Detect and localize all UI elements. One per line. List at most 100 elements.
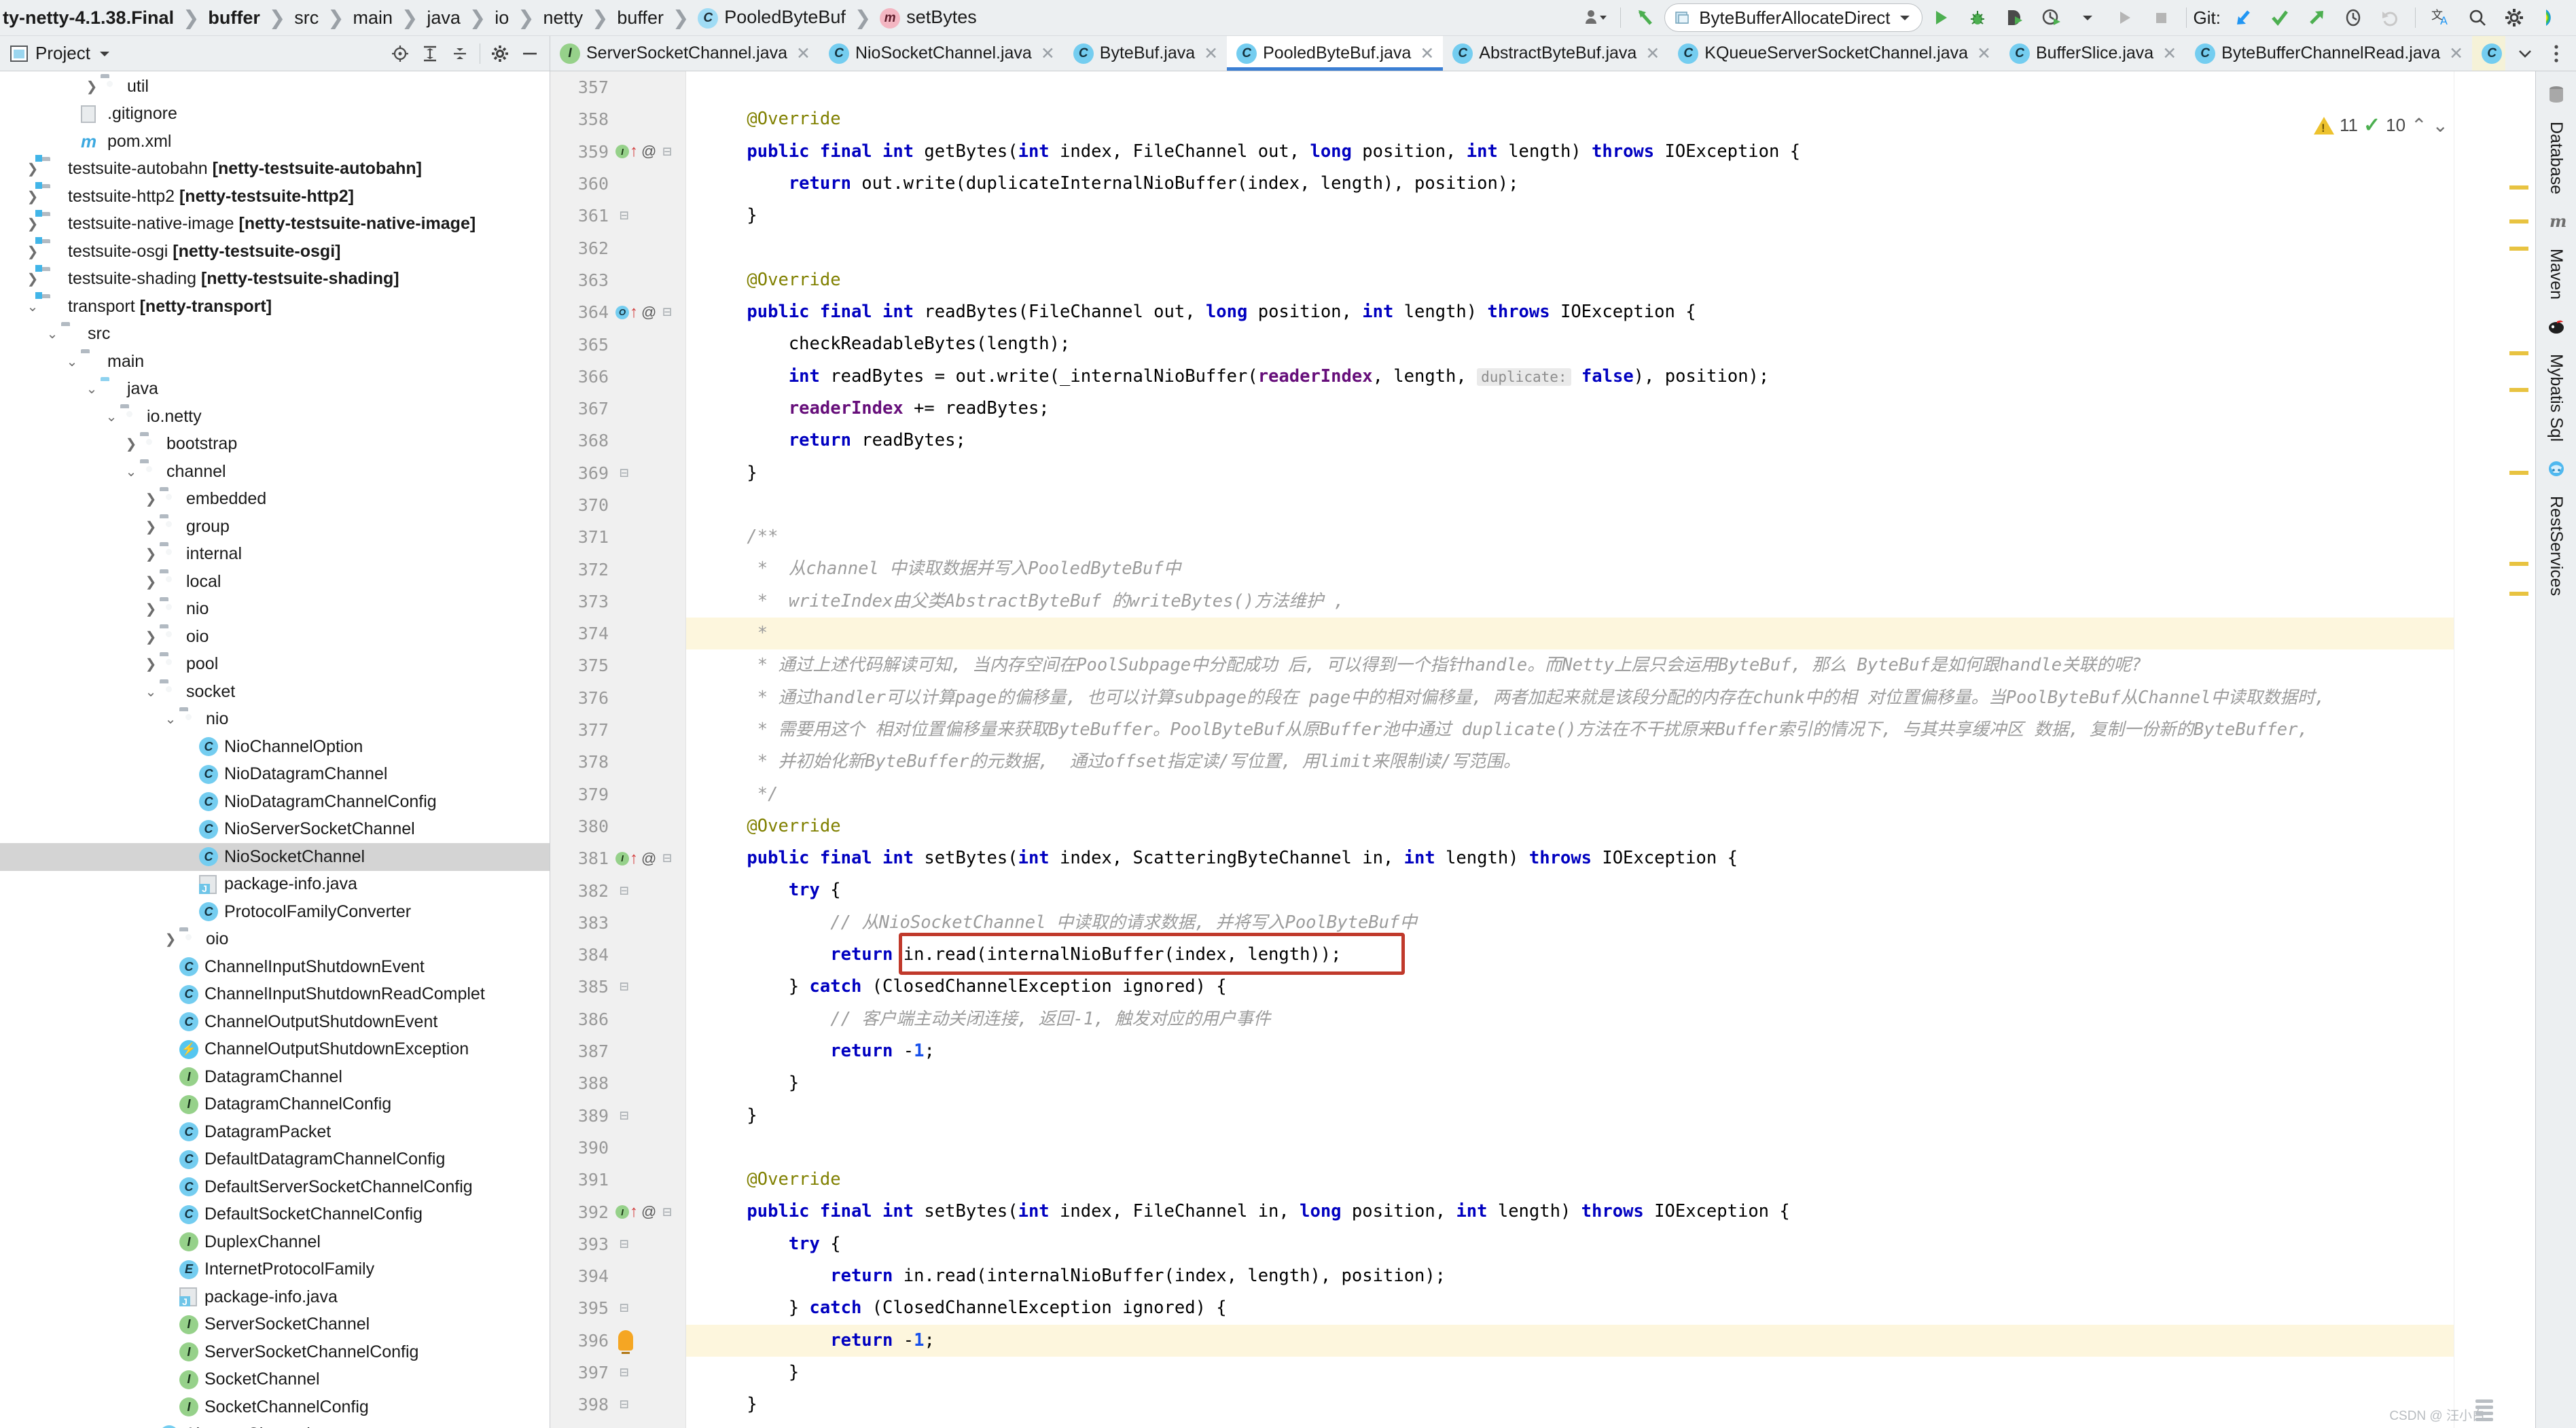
- gutter-line[interactable]: 367: [550, 393, 685, 425]
- analysis-marker[interactable]: [2509, 247, 2528, 251]
- tool-window-label[interactable]: Maven: [2546, 249, 2566, 300]
- gutter-line[interactable]: 388: [550, 1067, 685, 1099]
- gutter-line[interactable]: 371: [550, 521, 685, 553]
- gutter-line[interactable]: 389 ⊟: [550, 1100, 685, 1132]
- breadcrumb-item[interactable]: src: [293, 7, 320, 29]
- editor-tab[interactable]: C KQueueServerSocketChannel.java ✕: [1668, 36, 2000, 71]
- tree-item[interactable]: ❯ testsuite-shading [netty-testsuite-shad…: [0, 266, 550, 293]
- tree-expand-arrow[interactable]: ⌄: [83, 380, 101, 397]
- analysis-marker[interactable]: [2509, 219, 2528, 224]
- tree-item[interactable]: ❯ testsuite-osgi [netty-testsuite-osgi]: [0, 238, 550, 266]
- code-fold-icon[interactable]: ⊟: [620, 207, 628, 224]
- editor-tab[interactable]: C ByteBuf.java ✕: [1064, 36, 1227, 71]
- collapse-all-icon[interactable]: [446, 40, 474, 67]
- tree-item[interactable]: ⚡ ChannelOutputShutdownException: [0, 1036, 550, 1064]
- code-line[interactable]: }: [705, 457, 2454, 489]
- tree-expand-arrow[interactable]: ❯: [142, 628, 160, 645]
- locate-file-icon[interactable]: [386, 40, 414, 67]
- tree-item[interactable]: ❯ internal: [0, 541, 550, 569]
- tree-expand-arrow[interactable]: ⌄: [43, 325, 61, 342]
- gutter-line[interactable]: 394: [550, 1260, 685, 1292]
- editor-tab[interactable]: C NioSocketChannel.java ✕: [819, 36, 1064, 71]
- tool-window-label[interactable]: Database: [2546, 122, 2566, 194]
- annotation-marker-icon[interactable]: @: [641, 304, 656, 321]
- tree-item[interactable]: C DatagramPacket: [0, 1118, 550, 1146]
- tree-expand-arrow[interactable]: ❯: [83, 78, 101, 95]
- gutter-line[interactable]: 375: [550, 649, 685, 681]
- analysis-marker[interactable]: [2509, 388, 2528, 392]
- tree-expand-arrow[interactable]: ⌄: [103, 408, 120, 425]
- tree-expand-arrow[interactable]: ❯: [24, 270, 41, 287]
- gutter-line[interactable]: 385 ⊟: [550, 971, 685, 1003]
- project-tree[interactable]: ❯ util .gitignore m pom.xml ❯ testsuite-autoba…: [0, 71, 550, 1428]
- gutter-line[interactable]: 393 ⊟: [550, 1228, 685, 1260]
- gutter-line[interactable]: 376: [550, 682, 685, 714]
- git-rollback-icon[interactable]: [2372, 3, 2408, 33]
- code-line[interactable]: public final int readBytes(FileChannel o…: [705, 296, 2454, 328]
- breadcrumb-item[interactable]: main: [352, 7, 395, 29]
- gutter-line[interactable]: 358: [550, 103, 685, 135]
- annotation-marker-icon[interactable]: @: [641, 143, 656, 160]
- tree-item[interactable]: I DatagramChannelConfig: [0, 1091, 550, 1119]
- tree-item[interactable]: ⌄ channel: [0, 458, 550, 486]
- breadcrumb-item[interactable]: buffer: [615, 7, 665, 29]
- tree-item[interactable]: C DefaultServerSocketChannelConfig: [0, 1173, 550, 1201]
- override-marker-icon[interactable]: I: [615, 1205, 629, 1219]
- tree-expand-arrow[interactable]: ⌄: [162, 711, 179, 728]
- close-icon[interactable]: ✕: [1204, 43, 1218, 64]
- hide-panel-icon[interactable]: [516, 40, 544, 67]
- tree-item[interactable]: C NioDatagramChannelConfig: [0, 788, 550, 816]
- gear-icon[interactable]: [486, 40, 514, 67]
- code-line[interactable]: return in.read(internalNioBuffer(index, …: [705, 933, 2454, 976]
- code-line[interactable]: checkReadableBytes(length);: [705, 328, 2454, 360]
- ide-logo-icon[interactable]: [2533, 3, 2569, 33]
- editor-gutter[interactable]: 357 358 359 I ↑ @ ⊟ 360 361 ⊟ 362 363 364 O ↑ @ ⊟ 365 366 3…: [550, 71, 686, 1428]
- tree-expand-arrow[interactable]: ❯: [24, 215, 41, 232]
- tree-item[interactable]: I ServerSocketChannel: [0, 1311, 550, 1339]
- debug-icon[interactable]: [1959, 3, 1996, 33]
- code-line[interactable]: @Override: [705, 264, 2454, 296]
- tree-item[interactable]: C DefaultDatagramChannelConfig: [0, 1146, 550, 1174]
- gutter-line[interactable]: 396: [550, 1325, 685, 1357]
- run-with-coverage-icon[interactable]: [1996, 3, 2033, 33]
- tree-item[interactable]: ❯ testsuite-native-image [netty-testsuite…: [0, 211, 550, 238]
- annotation-marker-icon[interactable]: @: [641, 1203, 656, 1221]
- expand-all-icon[interactable]: [416, 40, 444, 67]
- tree-expand-arrow[interactable]: ⌄: [122, 463, 140, 480]
- user-profile-icon[interactable]: [1577, 3, 1613, 33]
- breadcrumb-item[interactable]: ty-netty-4.1.38.Final: [1, 7, 175, 29]
- right-tool-strip[interactable]: Database m Maven Mybatis Sql RestServices: [2535, 71, 2576, 1428]
- gutter-line[interactable]: 387: [550, 1035, 685, 1067]
- code-line[interactable]: }: [705, 1389, 2454, 1421]
- gutter-line[interactable]: 386: [550, 1003, 685, 1035]
- gutter-line[interactable]: 383: [550, 907, 685, 939]
- tree-expand-arrow[interactable]: ⌄: [142, 683, 160, 700]
- gutter-line[interactable]: 381 I ↑ @ ⊟: [550, 842, 685, 874]
- gear-icon[interactable]: [2496, 3, 2533, 33]
- tree-item[interactable]: ❯ oio: [0, 623, 550, 651]
- implementing-method-icon[interactable]: ↑: [630, 142, 638, 161]
- tree-item[interactable]: I SocketChannelConfig: [0, 1393, 550, 1421]
- git-push-icon[interactable]: [2298, 3, 2335, 33]
- code-line[interactable]: @Override: [705, 103, 2454, 135]
- close-icon[interactable]: ✕: [1645, 43, 1660, 64]
- run-configuration-selector[interactable]: ByteBufferAllocateDirect: [1664, 3, 1922, 32]
- tree-item[interactable]: E InternetProtocolFamily: [0, 1256, 550, 1284]
- code-line[interactable]: } catch (ClosedChannelException ignored)…: [705, 1292, 2454, 1324]
- tree-item[interactable]: ❯ util: [0, 73, 550, 101]
- tool-window-label[interactable]: RestServices: [2546, 496, 2566, 596]
- tree-item[interactable]: ❯ testsuite-http2 [netty-testsuite-http2]: [0, 183, 550, 211]
- chevron-down-icon[interactable]: [2069, 3, 2106, 33]
- code-line[interactable]: return -1;: [686, 1324, 2454, 1357]
- close-icon[interactable]: ✕: [2449, 43, 2463, 64]
- tree-item[interactable]: C ChannelOutputShutdownEvent: [0, 1008, 550, 1036]
- code-line[interactable]: }: [705, 1357, 2454, 1389]
- stop-icon[interactable]: [2143, 3, 2179, 33]
- annotation-marker-icon[interactable]: @: [641, 850, 656, 868]
- tree-item[interactable]: C AbstractChannel: [0, 1421, 550, 1428]
- code-fold-icon[interactable]: ⊟: [620, 978, 628, 995]
- gutter-line[interactable]: 397 ⊟: [550, 1357, 685, 1389]
- tree-item[interactable]: ⌄ io.netty: [0, 403, 550, 431]
- code-editor[interactable]: 357 358 359 I ↑ @ ⊟ 360 361 ⊟ 362 363 364 O ↑ @ ⊟ 365 366 3…: [550, 71, 2535, 1428]
- git-update-icon[interactable]: [2225, 3, 2261, 33]
